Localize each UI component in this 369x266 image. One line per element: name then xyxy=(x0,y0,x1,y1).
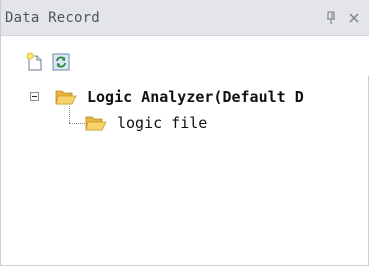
new-document-icon xyxy=(26,52,42,71)
pin-icon xyxy=(327,11,335,24)
tree-child-label[interactable]: logic file xyxy=(117,114,207,132)
record-tree: Logic Analyzer(Default D logic file xyxy=(1,80,369,260)
open-folder-icon xyxy=(85,114,107,132)
pin-button[interactable] xyxy=(325,10,339,26)
new-record-button[interactable] xyxy=(25,52,45,72)
close-button[interactable] xyxy=(347,10,361,26)
panel-title: Data Record xyxy=(5,10,100,26)
panel-titlebar[interactable]: Data Record xyxy=(1,0,369,36)
tree-root-label[interactable]: Logic Analyzer(Default D xyxy=(87,88,367,106)
tree-connector-vertical xyxy=(69,106,70,123)
refresh-button[interactable] xyxy=(51,52,71,72)
open-folder-icon xyxy=(55,88,77,106)
refresh-icon xyxy=(52,53,70,71)
data-record-panel: Data Record Logic Analyzer(Default D log… xyxy=(0,0,369,266)
tree-connector-horizontal xyxy=(69,123,85,124)
close-icon xyxy=(349,13,359,23)
panel-toolbar xyxy=(1,36,369,76)
collapse-toggle[interactable] xyxy=(30,92,39,101)
